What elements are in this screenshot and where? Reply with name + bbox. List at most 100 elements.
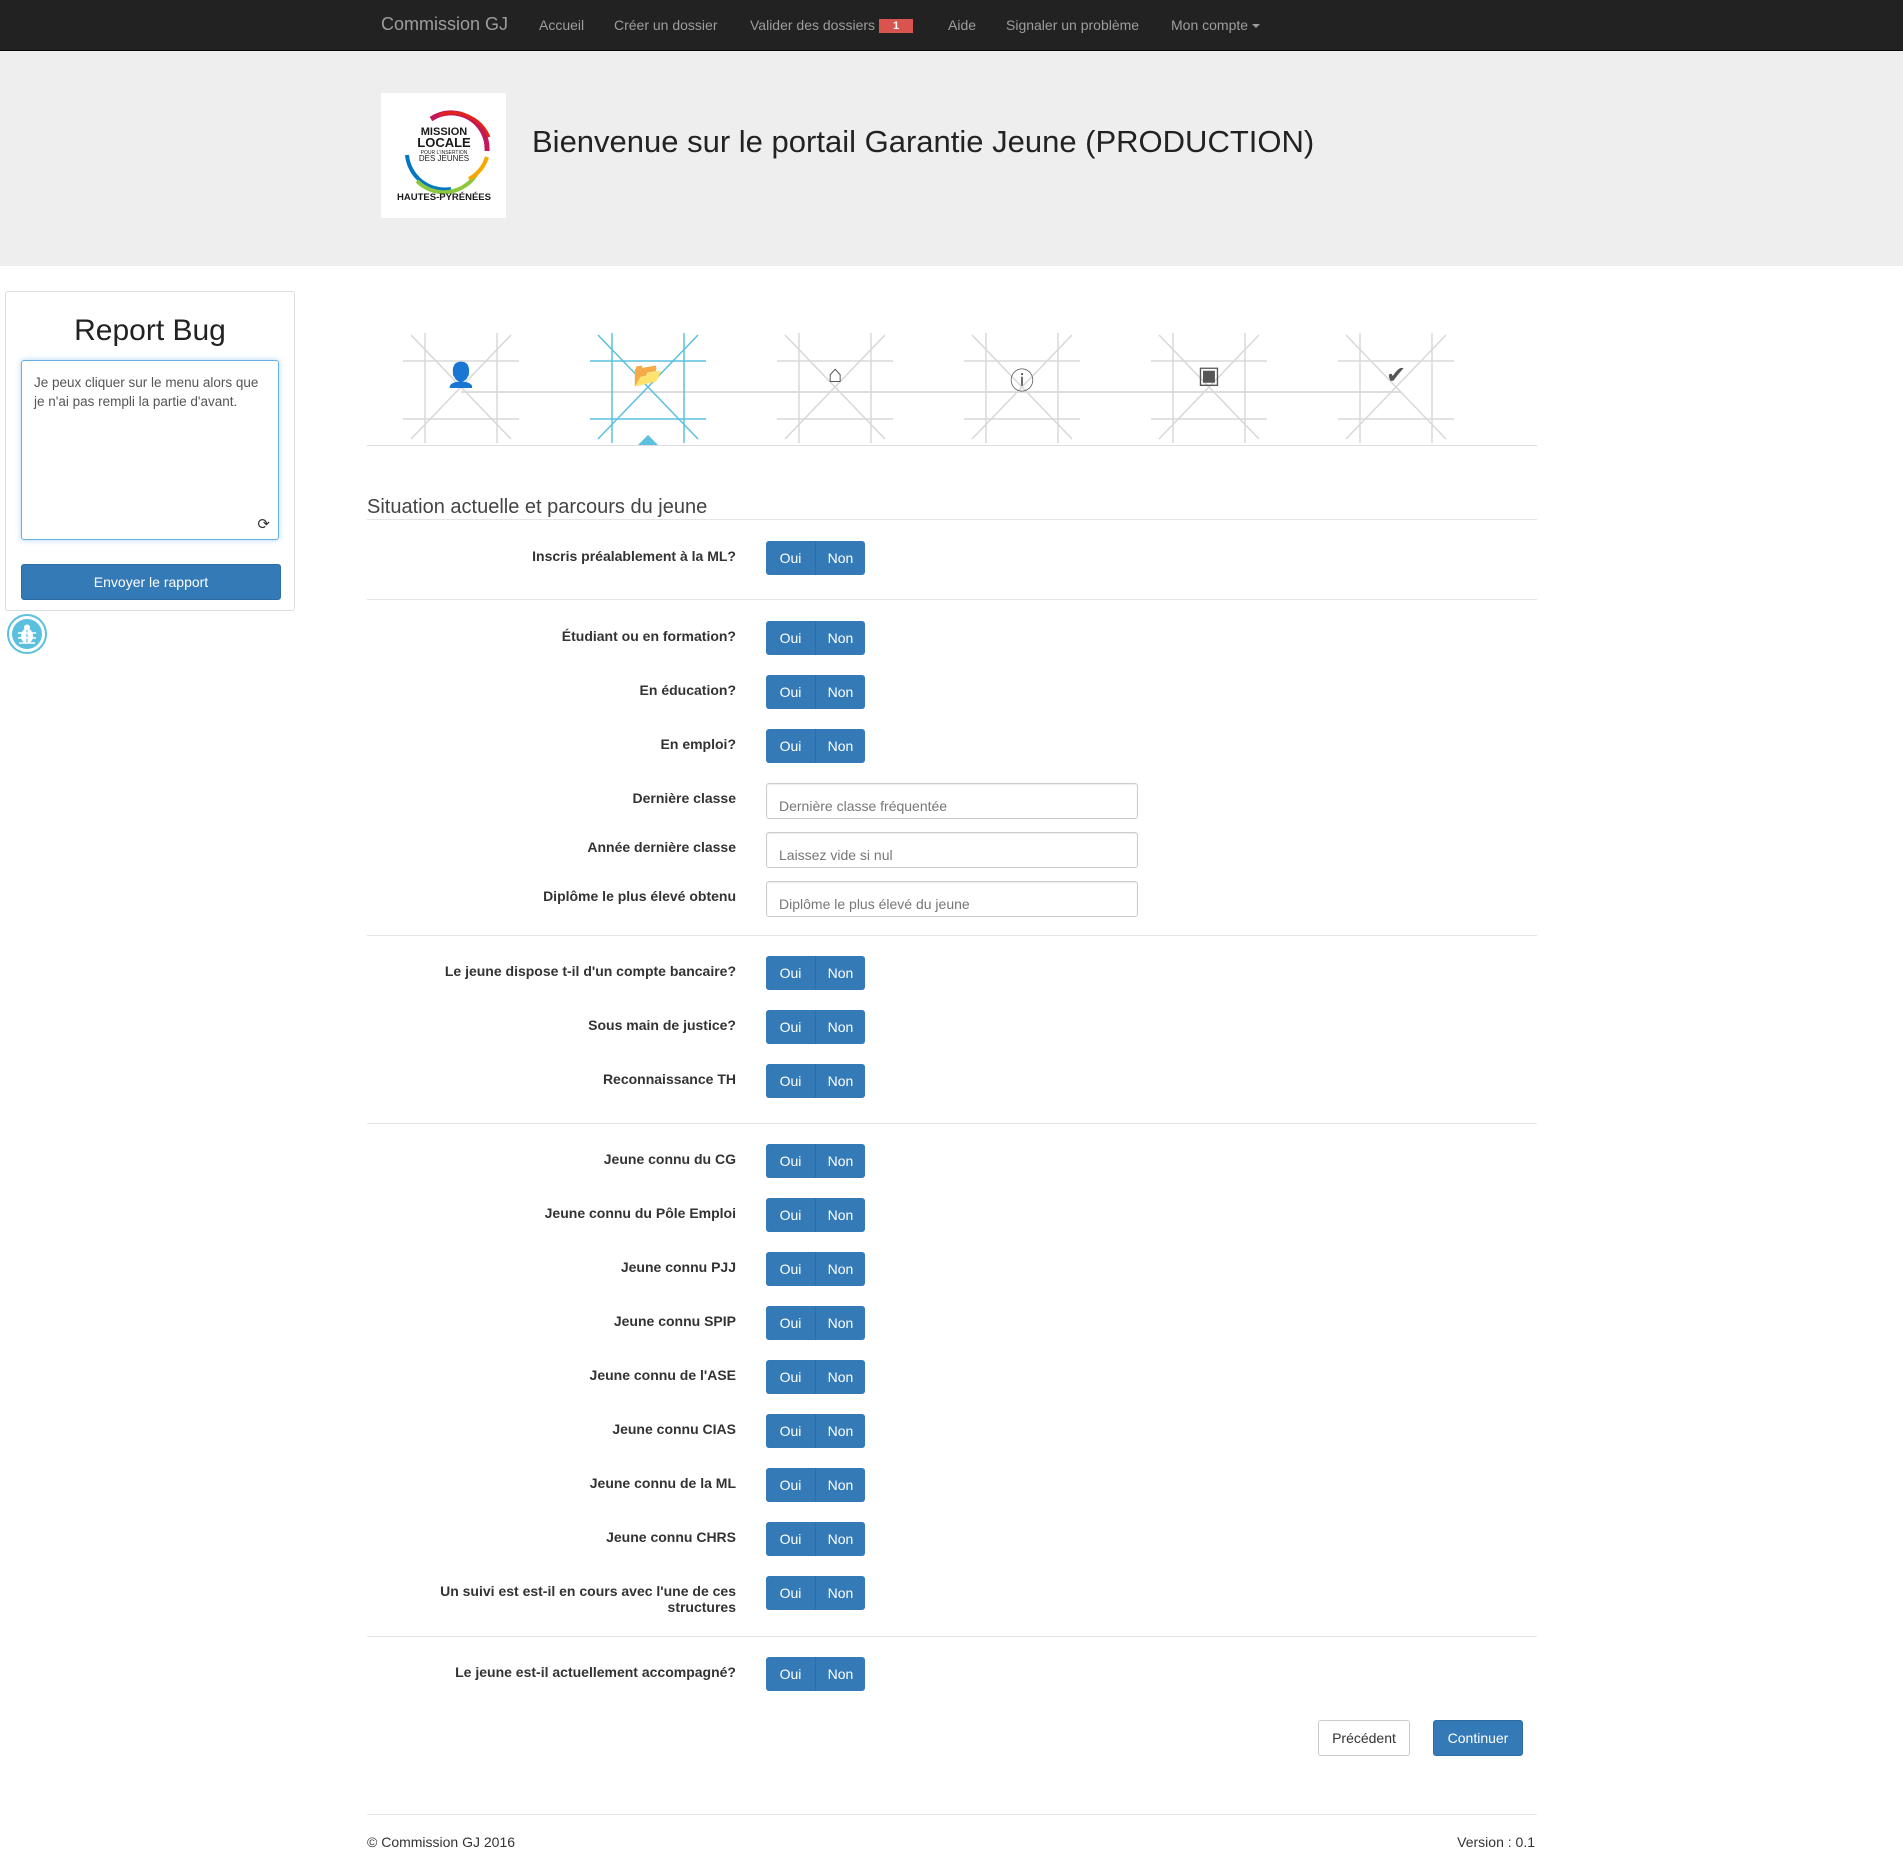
toggle-pole-emploi[interactable]: Oui Non	[766, 1198, 865, 1232]
group-divider	[367, 935, 1537, 936]
toggle-emploi[interactable]: Oui Non	[766, 729, 865, 763]
pending-count-badge: 1	[879, 19, 914, 33]
bug-icon	[12, 619, 42, 649]
bug-toggle-button[interactable]	[7, 614, 47, 654]
toggle-suivi[interactable]: Oui Non	[766, 1576, 865, 1610]
nav-mon-compte[interactable]: Mon compte	[1171, 17, 1261, 33]
toggle-ase[interactable]: Oui Non	[766, 1360, 865, 1394]
label-emploi: En emploi?	[660, 736, 736, 752]
toggle-accompagne[interactable]: Oui Non	[766, 1657, 865, 1691]
group-divider	[367, 1123, 1537, 1124]
toggle-spip[interactable]: Oui Non	[766, 1306, 865, 1340]
yes-option[interactable]: Oui	[766, 1657, 815, 1691]
yes-option[interactable]: Oui	[766, 541, 815, 575]
report-bug-panel: Report Bug Je peux cliquer sur le menu a…	[5, 291, 295, 611]
wizard-stepper: 👤 📂 ⌂ ⓘ ▣ ✔	[367, 325, 1537, 449]
derniere-classe-field[interactable]	[766, 783, 1138, 819]
nav-mon-compte-label: Mon compte	[1171, 17, 1249, 33]
label-pole-emploi: Jeune connu du Pôle Emploi	[544, 1205, 736, 1221]
refresh-icon[interactable]: ⟳	[257, 515, 270, 533]
bug-description-textarea[interactable]: Je peux cliquer sur le menu alors que je…	[21, 360, 279, 540]
no-option[interactable]: Non	[815, 1064, 865, 1098]
toggle-pjj[interactable]: Oui Non	[766, 1252, 865, 1286]
no-option[interactable]: Non	[815, 1576, 865, 1610]
wizard-step[interactable]: 📂	[588, 333, 708, 445]
toggle-chrs[interactable]: Oui Non	[766, 1522, 865, 1556]
no-option[interactable]: Non	[815, 1306, 865, 1340]
label-annee-derniere-classe: Année dernière classe	[587, 839, 736, 855]
no-option[interactable]: Non	[815, 1657, 865, 1691]
label-cias: Jeune connu CIAS	[612, 1421, 736, 1437]
continue-button[interactable]: Continuer	[1433, 1720, 1523, 1756]
no-option[interactable]: Non	[815, 621, 865, 655]
yes-option[interactable]: Oui	[766, 1010, 815, 1044]
annee-derniere-classe-field[interactable]	[766, 832, 1138, 868]
toggle-compte-bancaire[interactable]: Oui Non	[766, 956, 865, 990]
yes-option[interactable]: Oui	[766, 1306, 815, 1340]
no-option[interactable]: Non	[815, 1144, 865, 1178]
yes-option[interactable]: Oui	[766, 1576, 815, 1610]
toggle-ml[interactable]: Oui Non	[766, 1468, 865, 1502]
yes-option[interactable]: Oui	[766, 956, 815, 990]
toggle-cias[interactable]: Oui Non	[766, 1414, 865, 1448]
wizard-step[interactable]: ⓘ	[962, 333, 1082, 445]
label-derniere-classe: Dernière classe	[632, 790, 736, 806]
nav-signaler-probleme[interactable]: Signaler un problème	[1006, 17, 1139, 33]
derniere-classe-input[interactable]	[767, 784, 1137, 818]
wizard-step[interactable]: 👤	[401, 333, 521, 445]
toggle-education[interactable]: Oui Non	[766, 675, 865, 709]
top-navbar: Commission GJ Accueil Créer un dossier V…	[0, 0, 1903, 51]
no-option[interactable]: Non	[815, 541, 865, 575]
diplome-input[interactable]	[767, 882, 1137, 916]
nav-valider-label: Valider des dossiers	[750, 17, 876, 33]
info-sign-icon: ⓘ	[1010, 368, 1034, 395]
no-option[interactable]: Non	[815, 956, 865, 990]
no-option[interactable]: Non	[815, 1360, 865, 1394]
yes-option[interactable]: Oui	[766, 621, 815, 655]
yes-option[interactable]: Oui	[766, 675, 815, 709]
no-option[interactable]: Non	[815, 1468, 865, 1502]
svg-text:DES JEUNES: DES JEUNES	[419, 154, 469, 163]
ok-icon: ✔	[1385, 362, 1407, 389]
annee-derniere-classe-input[interactable]	[767, 833, 1137, 867]
toggle-inscrit-ml[interactable]: Oui Non	[766, 541, 865, 575]
toggle-justice[interactable]: Oui Non	[766, 1010, 865, 1044]
yes-option[interactable]: Oui	[766, 1144, 815, 1178]
wizard-step[interactable]: ▣	[1149, 333, 1269, 445]
diplome-field[interactable]	[766, 881, 1138, 917]
yes-option[interactable]: Oui	[766, 1522, 815, 1556]
no-option[interactable]: Non	[815, 1522, 865, 1556]
yes-option[interactable]: Oui	[766, 729, 815, 763]
wizard-step[interactable]: ⌂	[775, 333, 895, 445]
wizard-step[interactable]: ✔	[1336, 333, 1456, 445]
no-option[interactable]: Non	[815, 1198, 865, 1232]
yes-option[interactable]: Oui	[766, 1360, 815, 1394]
toggle-th[interactable]: Oui Non	[766, 1064, 865, 1098]
yes-option[interactable]: Oui	[766, 1064, 815, 1098]
navbar-brand[interactable]: Commission GJ	[381, 14, 508, 35]
logo-graphic: MISSION LOCALE POUR L'INSERTION DES JEUN…	[397, 110, 491, 203]
nav-aide[interactable]: Aide	[948, 17, 976, 33]
yes-option[interactable]: Oui	[766, 1468, 815, 1502]
label-ml: Jeune connu de la ML	[589, 1475, 736, 1491]
yes-option[interactable]: Oui	[766, 1414, 815, 1448]
label-pjj: Jeune connu PJJ	[620, 1259, 736, 1275]
send-report-button[interactable]: Envoyer le rapport	[21, 564, 281, 600]
no-option[interactable]: Non	[815, 1414, 865, 1448]
bug-description-text: Je peux cliquer sur le menu alors que je…	[34, 375, 259, 409]
previous-button[interactable]: Précédent	[1318, 1720, 1410, 1756]
no-option[interactable]: Non	[815, 675, 865, 709]
yes-option[interactable]: Oui	[766, 1198, 815, 1232]
svg-text:LOCALE: LOCALE	[417, 135, 471, 150]
no-option[interactable]: Non	[815, 1252, 865, 1286]
nav-valider-dossiers[interactable]: Valider des dossiers 1	[750, 17, 914, 33]
yes-option[interactable]: Oui	[766, 1252, 815, 1286]
no-option[interactable]: Non	[815, 729, 865, 763]
toggle-etudiant[interactable]: Oui Non	[766, 621, 865, 655]
label-etudiant: Étudiant ou en formation?	[561, 628, 736, 644]
nav-creer-dossier[interactable]: Créer un dossier	[614, 17, 718, 33]
label-spip: Jeune connu SPIP	[613, 1313, 736, 1329]
no-option[interactable]: Non	[815, 1010, 865, 1044]
nav-accueil[interactable]: Accueil	[539, 17, 584, 33]
toggle-cg[interactable]: Oui Non	[766, 1144, 865, 1178]
